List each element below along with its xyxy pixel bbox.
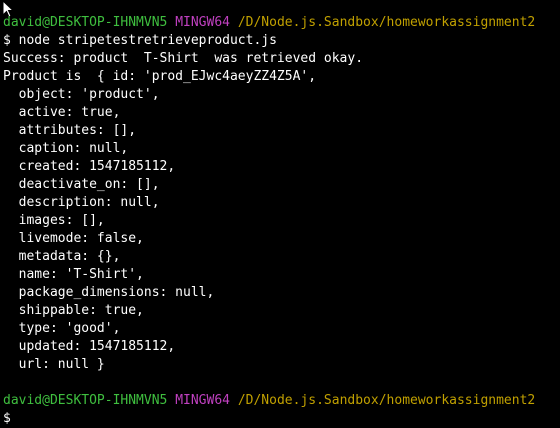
output-line: updated: 1547185112, [3, 339, 176, 354]
output-line: Product is { id: 'prod_EJwc4aeyZZ4Z5A', [3, 69, 317, 84]
prompt-user: david@DESKTOP-IHNMVN5 [3, 15, 168, 30]
output-line: deactivate_on: [], [3, 177, 160, 192]
output-line: attributes: [], [3, 123, 137, 138]
output-line: livemode: false, [3, 231, 144, 246]
output-line: metadata: {}, [3, 249, 121, 264]
prompt-shell: MINGW64 [175, 15, 230, 30]
output-line: name: 'T-Shirt', [3, 267, 144, 282]
output-line: url: null } [3, 357, 105, 372]
output-line: images: [], [3, 213, 105, 228]
output-line: description: null, [3, 195, 160, 210]
output-line: Success: product T-Shirt was retrieved o… [3, 51, 364, 66]
prompt-user: david@DESKTOP-IHNMVN5 [3, 393, 168, 408]
command-line: $ node stripetestretrieveproduct.js [3, 33, 277, 48]
output-line: object: 'product', [3, 87, 160, 102]
output-line: shippable: true, [3, 303, 144, 318]
output-line: package_dimensions: null, [3, 285, 215, 300]
prompt-line-2: david@DESKTOP-IHNMVN5 MINGW64 /D/Node.js… [3, 392, 559, 410]
prompt-shell: MINGW64 [175, 393, 230, 408]
output-line: type: 'good', [3, 321, 121, 336]
output-line: created: 1547185112, [3, 159, 176, 174]
prompt-symbol: $ [3, 411, 11, 426]
prompt-path: /D/Node.js.Sandbox/homeworkassignment2 [237, 15, 536, 30]
input-line[interactable]: $ [3, 410, 559, 428]
prompt-path: /D/Node.js.Sandbox/homeworkassignment2 [237, 393, 536, 408]
prompt-line-1: david@DESKTOP-IHNMVN5 MINGW64 /D/Node.js… [3, 14, 559, 32]
terminal-output[interactable]: david@DESKTOP-IHNMVN5 MINGW64 /D/Node.js… [3, 14, 559, 428]
output-line: active: true, [3, 105, 121, 120]
output-line: caption: null, [3, 141, 129, 156]
